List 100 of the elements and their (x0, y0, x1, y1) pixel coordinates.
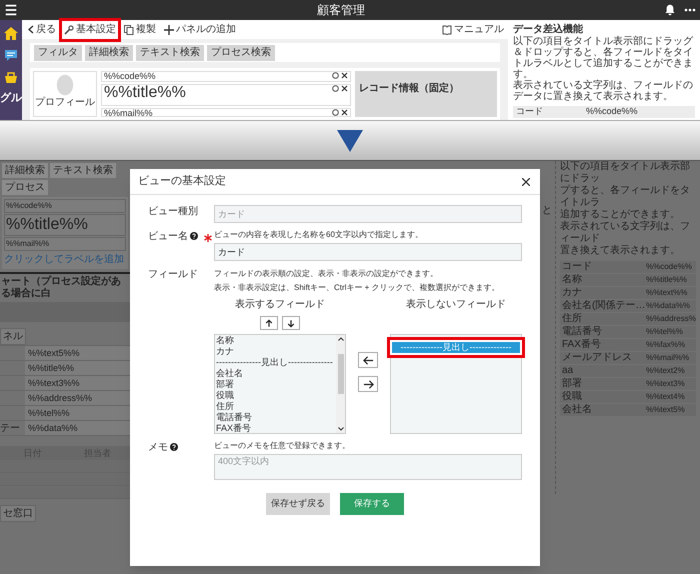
field-code[interactable]: %%code%% (586, 105, 638, 119)
field-code: %%text3%% (25, 376, 130, 390)
field-hint: ビューの内容を表現した名称を60文字以内で指定します。 (214, 230, 424, 240)
list-title: 表示するフィールド (235, 298, 325, 312)
arrow-left-icon (362, 354, 374, 366)
view-name-field[interactable]: カード (214, 243, 522, 261)
panel-description: 以下の項目をタイトル表示部にドラッグ＆ドロップすると、各フィールドをタイトルラベルとして追加することができます。 (513, 36, 694, 80)
toolbar-button[interactable]: 基本設定 (62, 20, 118, 38)
panel-description: プすると、各フィールドをタイトルラ (560, 185, 691, 208)
move-down-button[interactable] (282, 316, 300, 330)
basket-icon[interactable] (4, 71, 18, 84)
scrollbar[interactable] (336, 335, 345, 433)
field-name: 会社名 (562, 404, 593, 416)
field-label: ビュー種別 (148, 204, 198, 218)
home-icon[interactable] (4, 27, 18, 40)
field-name: メールアドレス (562, 352, 633, 364)
arrow-down-icon (287, 318, 295, 328)
field-name: 名称 (562, 274, 583, 286)
app-title: 顧客管理 (317, 2, 365, 19)
list-item[interactable]: 会社名 (215, 368, 336, 379)
filter-button[interactable]: プロセス検索 (207, 44, 275, 60)
list-item[interactable]: 部署 (215, 379, 336, 390)
sidebar-label[interactable]: グル (0, 93, 22, 104)
list-item[interactable]: カナ (215, 346, 336, 357)
manual-link[interactable]: マニュアル (442, 22, 504, 37)
field-code: %%text5%% (25, 346, 130, 360)
close-icon (522, 178, 530, 186)
panel-description: 表示されている文字列は、フィールド (560, 221, 691, 244)
dialog-title: ビューの基本設定 (138, 174, 226, 190)
filter-button[interactable]: テキスト検索 (136, 44, 204, 60)
memo-field[interactable]: 400文字以内 (214, 454, 522, 480)
tab[interactable]: プロセス (2, 180, 48, 195)
filter-button[interactable]: フィルタ (34, 44, 82, 60)
section-heading: ャート（プロセス設定がある場合に白 (0, 274, 122, 300)
field-code: %%address%% (25, 391, 130, 405)
field-label: ビュー名 (148, 230, 188, 244)
chevron-up-icon[interactable] (338, 337, 344, 341)
title-field[interactable]: %%code%% (4, 199, 126, 213)
field-label: メモ (148, 440, 168, 454)
down-triangle-icon (337, 130, 363, 152)
tab[interactable]: テキスト検索 (50, 163, 116, 178)
title-field[interactable]: %%title%% (4, 214, 126, 236)
move-left-button[interactable] (358, 352, 378, 368)
field-hint: 表示・非表示設定は、Shiftキー、Ctrlキー + クリックで、複数選択ができます。 (214, 282, 501, 293)
field-name: 電話番号 (562, 326, 603, 338)
panel-description: 置き換えて表示されます。 (560, 245, 681, 257)
close-button[interactable] (520, 176, 532, 188)
arrow-up-icon (265, 318, 273, 328)
field-name: カナ (562, 287, 583, 299)
toolbar-button[interactable]: 複製 (122, 20, 158, 38)
book-icon (442, 24, 452, 34)
field-code: %%tel%% (25, 406, 130, 420)
cancel-button[interactable]: 保存せず戻る (266, 493, 330, 515)
bell-icon[interactable] (664, 4, 676, 16)
toolbar-button[interactable]: 戻る (26, 20, 58, 38)
list-item[interactable]: 名称 (215, 335, 336, 346)
panel-tab[interactable]: ネル (0, 328, 26, 345)
menu-icon[interactable] (4, 3, 18, 17)
field-code: %%data%% (25, 421, 130, 435)
text-fragment: と (542, 205, 552, 216)
title-field[interactable]: %%mail%% (4, 237, 126, 251)
field-label: テー (0, 422, 20, 436)
arrow-right-icon (362, 378, 374, 390)
filter-button[interactable]: 詳細検索 (85, 44, 133, 60)
avatar-placeholder (56, 74, 74, 96)
panel-description: 追加することができます。 (560, 209, 681, 220)
scrollbar-thumb[interactable] (338, 354, 344, 394)
panel-title: データ差込機能 (513, 23, 584, 36)
title-field-mail[interactable]: %%mail%% (104, 109, 153, 118)
move-right-button[interactable] (358, 376, 378, 392)
list-item[interactable]: 役職 (215, 390, 336, 401)
field-name: 会社名(関係テー… (562, 300, 646, 312)
tab[interactable]: 詳細検索 (2, 163, 48, 178)
field-controls-icon[interactable] (332, 85, 348, 92)
list-item[interactable]: 住所 (215, 401, 336, 412)
list-title: 表示しないフィールド (406, 298, 506, 312)
field-name: 住所 (562, 313, 583, 325)
toolbar-button[interactable]: パネルの追加 (162, 20, 238, 38)
help-icon[interactable] (190, 232, 198, 240)
panel-description: 以下の項目をタイトル表示部にドラッ (560, 161, 691, 184)
more-icon[interactable] (684, 8, 696, 12)
chevron-left-icon (28, 25, 34, 34)
chat-icon[interactable] (4, 49, 18, 62)
panel-tab[interactable]: セ窓口 (0, 505, 36, 522)
chevron-down-icon[interactable] (338, 427, 344, 431)
shown-fields-list[interactable]: 名称 カナ ---------------見出し--------------- 会社名 部署 役職 住所 電話番号 FAX番号 (214, 334, 346, 434)
move-up-button[interactable] (260, 316, 278, 330)
field-name: コード (562, 261, 593, 273)
record-info-title: レコード情報（固定） (359, 83, 459, 94)
list-item[interactable]: 電話番号 (215, 412, 336, 423)
help-icon[interactable] (170, 443, 178, 451)
field-name: 部署 (562, 378, 583, 390)
plus-icon (164, 24, 174, 34)
field-controls-icon[interactable] (332, 109, 348, 116)
list-item[interactable]: FAX番号 (215, 423, 336, 433)
profile-label: プロフィール (35, 98, 95, 108)
field-label: フィールド (148, 268, 198, 282)
list-item[interactable]: ---------------見出し--------------- (215, 357, 336, 368)
field-hint: フィールドの表示順の設定、表示・非表示の設定ができます。 (214, 268, 439, 279)
field-name: aa (562, 365, 574, 377)
